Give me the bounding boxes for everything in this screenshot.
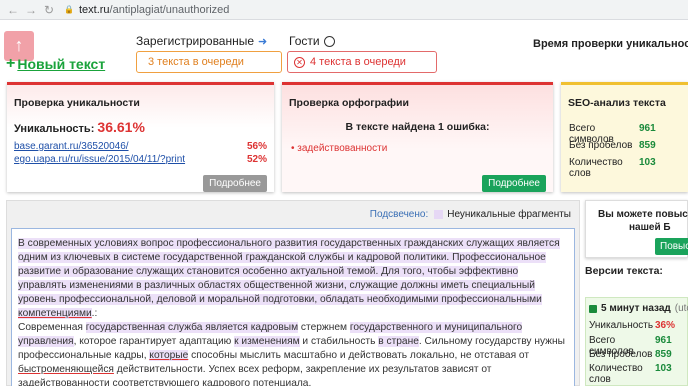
address-bar[interactable]: 🔒 text.ru/antiplagiat/unauthorized	[64, 4, 229, 16]
seo-title: SEO-анализ текста	[568, 97, 666, 109]
close-circle-icon: ✕	[294, 56, 305, 68]
version-label: Уникальность	[589, 320, 654, 331]
uniqueness-value: 36.61%	[97, 119, 145, 135]
source-row: base.garant.ru/36520046/ 56%	[14, 141, 267, 152]
version-header: 5 минут назад (utc -	[589, 303, 688, 314]
spelling-error-item[interactable]: • задействованности	[291, 143, 387, 154]
source-percent: 52%	[246, 154, 267, 165]
lock-icon	[589, 304, 597, 313]
version-label: Количество слов	[589, 363, 643, 385]
highlight-label: Подсвечено:	[369, 209, 429, 220]
versions-title: Версии текста:	[585, 265, 663, 277]
spelling-title: Проверка орфографии	[289, 97, 409, 109]
promo-button[interactable]: Повыс	[655, 238, 688, 255]
forward-arrow-icon[interactable]: →	[22, 3, 40, 17]
uniqueness-title: Проверка уникальности	[14, 97, 140, 109]
seo-row: Без пробелов 859	[569, 140, 656, 151]
version-tz: (utc -	[674, 303, 688, 314]
checked-text-paragraph: В современных условиях вопрос профессион…	[18, 238, 565, 386]
version-card[interactable]: 5 минут назад (utc - Уникальность 36% Вс…	[585, 297, 688, 386]
version-label: Без пробелов	[589, 349, 653, 360]
spelling-panel: Проверка орфографии В тексте найдена 1 о…	[282, 82, 553, 192]
version-row: Без пробелов 859	[589, 349, 672, 360]
seo-label: Без пробелов	[569, 140, 633, 151]
plus-icon: +	[6, 55, 16, 72]
guests-queue-label: 4 текста в очереди	[310, 56, 406, 68]
uniqueness-panel: Проверка уникальности Уникальность: 36.6…	[7, 82, 274, 192]
uniqueness-details-button[interactable]: Подробнее	[203, 175, 267, 192]
source-row: ego.uapa.ru/ru/issue/2015/04/11/?print 5…	[14, 154, 267, 165]
promo-line1: Вы можете повыс	[598, 209, 688, 220]
reload-icon[interactable]: ↻	[40, 3, 58, 17]
new-text-link[interactable]: + Новый текст	[6, 55, 105, 73]
highlight-swatch	[434, 210, 444, 219]
version-value: 859	[655, 349, 672, 360]
check-time-label: Время проверки уникальности:	[533, 38, 688, 50]
guests-queue-badge: ✕ 4 текста в очереди	[287, 51, 437, 73]
arrow-up-icon: ↑	[14, 35, 24, 55]
seo-value: 859	[639, 140, 656, 151]
back-arrow-icon[interactable]: ←	[4, 3, 22, 17]
registered-label: Зарегистрированные	[136, 34, 255, 48]
spelling-details-button[interactable]: Подробнее	[482, 175, 546, 192]
seo-label: Количество слов	[569, 157, 623, 179]
legend-label: Неуникальные фрагменты	[447, 209, 571, 220]
promo-card: Вы можете повыс нашей Б Повыс	[585, 200, 688, 258]
url-host: text.ru	[78, 3, 110, 16]
uniqueness-result: Уникальность: 36.61%	[14, 119, 145, 135]
text-zone: Подсвечено: Неуникальные фрагменты В сов…	[6, 200, 580, 386]
version-row: Количество слов 103	[589, 363, 672, 385]
user-icon	[323, 35, 335, 47]
registered-title: Зарегистрированные ➜	[136, 34, 267, 48]
highlight-legend: Подсвечено: Неуникальные фрагменты	[370, 209, 571, 220]
uniqueness-label: Уникальность:	[14, 123, 95, 135]
new-text-label: Новый текст	[17, 56, 106, 72]
login-icon: ➜	[258, 35, 268, 48]
seo-panel: SEO-анализ текста Всего символов 961 Без…	[561, 82, 688, 192]
version-time: 5 минут назад	[601, 303, 671, 314]
source-percent: 56%	[246, 141, 267, 152]
url-path: /antiplagiat/unauthorized	[109, 3, 230, 16]
guests-label: Гости	[289, 34, 320, 48]
version-value: 103	[655, 363, 672, 374]
promo-line2: нашей Б	[629, 222, 671, 233]
source-link[interactable]: ego.uapa.ru/ru/issue/2015/04/11/?print	[14, 154, 185, 165]
source-link[interactable]: base.garant.ru/36520046/	[14, 141, 129, 152]
guests-title: Гости	[289, 34, 335, 48]
registered-queue-badge: 3 текста в очереди	[136, 51, 282, 73]
spelling-found: В тексте найдена 1 ошибка:	[345, 121, 490, 133]
version-value: 36%	[655, 320, 676, 331]
seo-row: Количество слов 103	[569, 157, 656, 179]
browser-toolbar: ← → ↻ 🔒 text.ru/antiplagiat/unauthorized	[0, 0, 688, 20]
version-row: Уникальность 36%	[589, 320, 675, 331]
spelling-error-word: задействованности	[297, 143, 388, 154]
seo-value: 103	[639, 157, 656, 168]
checked-text[interactable]: В современных условиях вопрос профессион…	[11, 228, 575, 386]
lock-icon: 🔒	[64, 5, 74, 14]
